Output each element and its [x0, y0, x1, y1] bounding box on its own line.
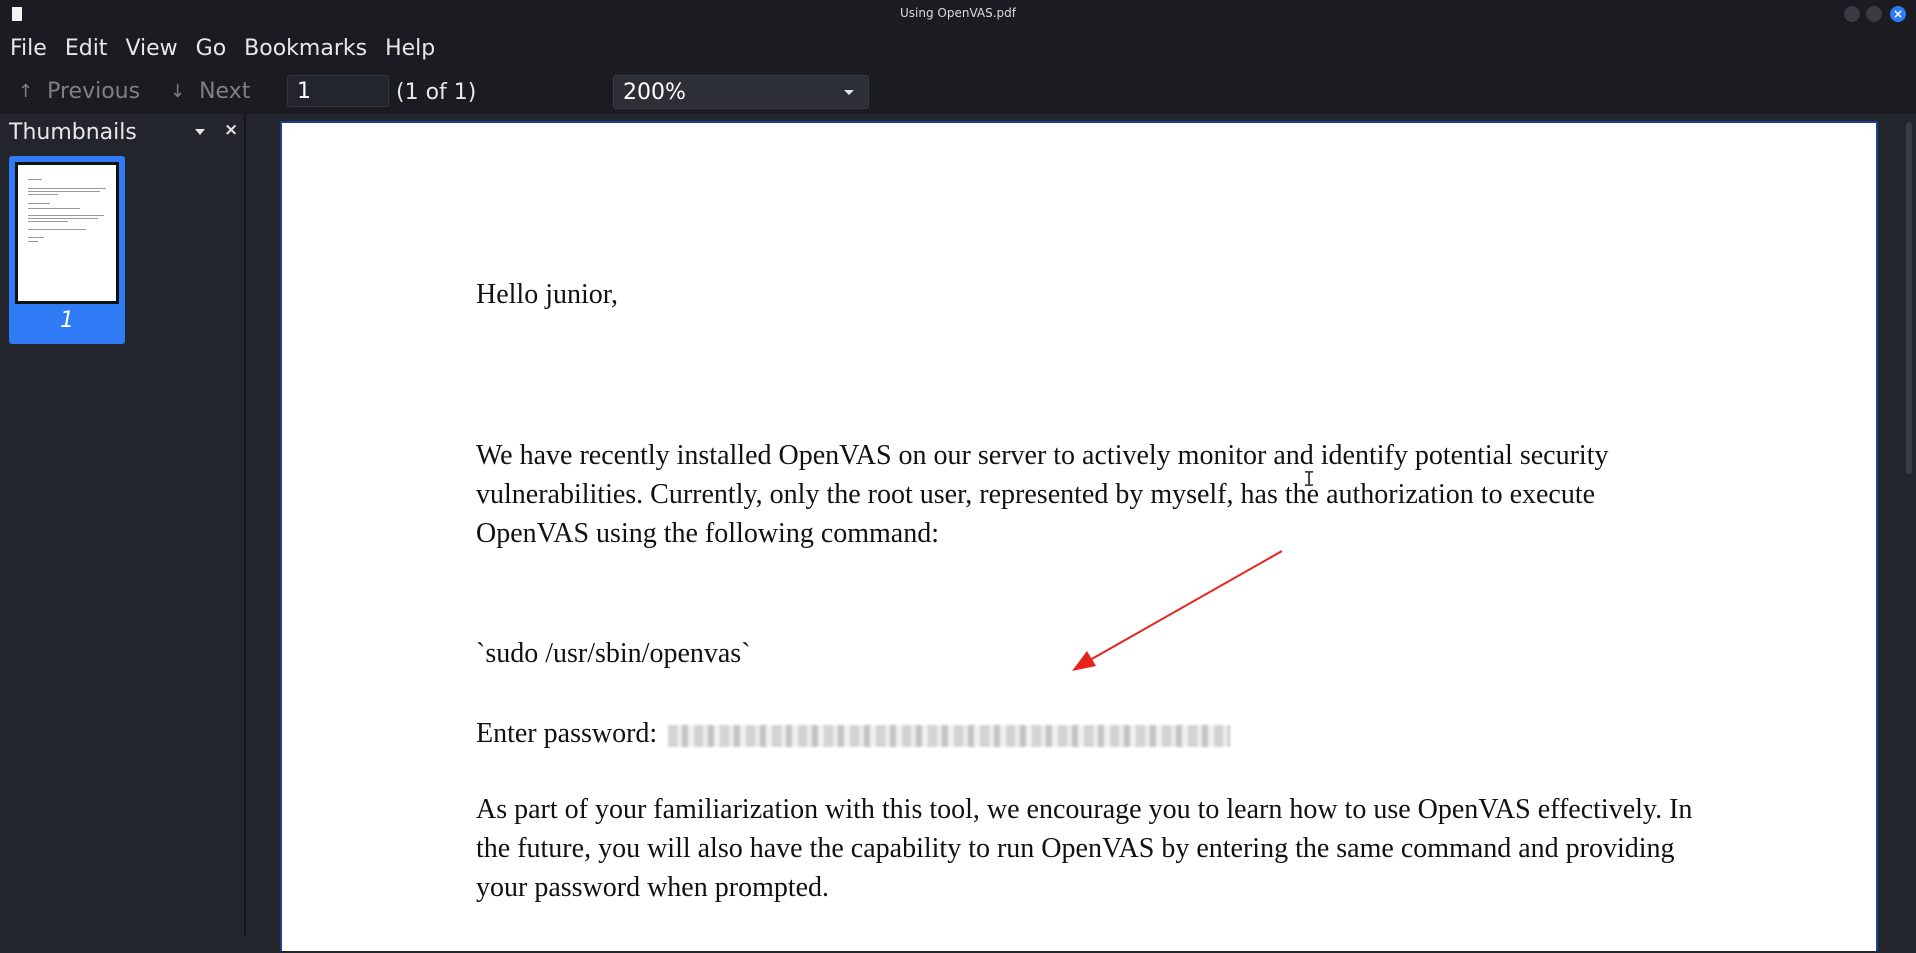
menu-bar: File Edit View Go Bookmarks Help — [0, 28, 1916, 68]
next-page-button[interactable]: ↓ Next — [170, 76, 250, 106]
arrow-up-icon: ↑ — [18, 80, 34, 102]
chevron-down-icon — [844, 90, 854, 95]
thumbnail-line — [28, 194, 58, 195]
minimize-button[interactable] — [1844, 6, 1860, 22]
menu-help[interactable]: Help — [385, 36, 435, 61]
thumbnail-item[interactable]: 1 — [9, 156, 125, 344]
thumbnail-line — [28, 191, 100, 192]
page-number-input[interactable] — [287, 75, 389, 107]
thumbnail-line — [28, 208, 80, 209]
thumbnail-line — [28, 215, 104, 216]
thumbnail-line — [28, 241, 38, 242]
zoom-select[interactable]: 200% — [613, 75, 869, 109]
thumbnail-line — [28, 229, 86, 230]
zoom-value: 200% — [623, 79, 686, 105]
thumbnail-line — [28, 218, 98, 219]
previous-label: Previous — [47, 78, 141, 104]
menu-file[interactable]: File — [10, 36, 47, 61]
page-count: (1 of 1) — [396, 80, 477, 105]
annotation-arrow — [1072, 550, 1283, 671]
thumbnail-line — [28, 179, 42, 180]
document-viewer[interactable]: Hello junior, We have recently installed… — [248, 114, 1916, 951]
vertical-scrollbar[interactable] — [1906, 122, 1912, 474]
thumbnail-line — [28, 203, 50, 204]
sidebar: Thumbnails × 1 — [0, 114, 246, 936]
maximize-button[interactable] — [1866, 6, 1882, 22]
sidebar-close-icon[interactable]: × — [224, 120, 238, 140]
thumbnail-page-preview — [15, 162, 119, 304]
thumbnail-line — [28, 188, 106, 189]
toolbar: ↑ Previous ↓ Next (1 of 1) 200% — [0, 68, 1916, 114]
menu-edit[interactable]: Edit — [65, 36, 108, 61]
arrow-down-icon: ↓ — [170, 80, 186, 102]
sidebar-dropdown-icon[interactable] — [195, 129, 205, 135]
menu-bookmarks[interactable]: Bookmarks — [244, 36, 367, 61]
next-label: Next — [199, 78, 251, 104]
thumbnail-line — [28, 221, 68, 222]
menu-view[interactable]: View — [125, 36, 177, 61]
thumbnail-label: 1 — [60, 308, 74, 333]
window-title: Using OpenVAS.pdf — [900, 6, 1016, 20]
close-window-button[interactable]: × — [1890, 6, 1906, 22]
title-bar: Using OpenVAS.pdf × — [0, 0, 1916, 28]
sidebar-header: Thumbnails × — [0, 114, 244, 150]
sidebar-title: Thumbnails — [9, 120, 137, 145]
menu-go[interactable]: Go — [196, 36, 227, 61]
pdf-page: Hello junior, We have recently installed… — [280, 121, 1878, 951]
thumbnail-line — [28, 237, 44, 238]
previous-page-button[interactable]: ↑ Previous — [18, 76, 140, 106]
